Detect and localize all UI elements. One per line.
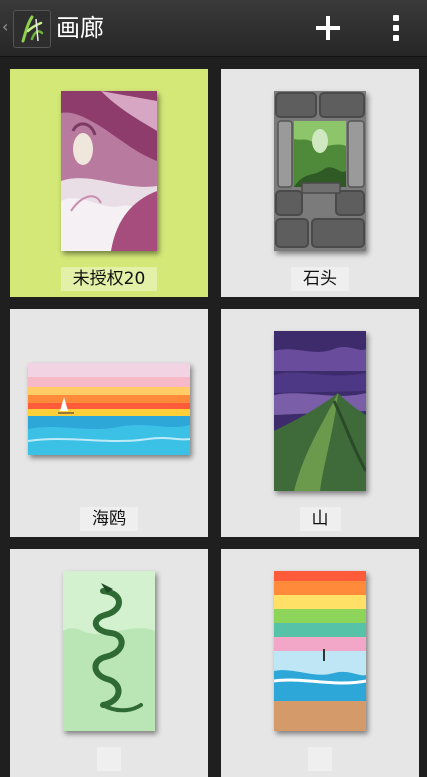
painting-thumbnail	[274, 91, 366, 251]
gallery-item-label: 石头	[221, 267, 419, 291]
gallery-item-label: 山	[221, 507, 419, 531]
painting-thumbnail	[61, 91, 157, 251]
add-painting-button[interactable]	[306, 6, 350, 50]
page-title: 画廊	[56, 14, 104, 42]
gallery-item[interactable]: 石头	[221, 69, 419, 297]
gallery-item[interactable]: 山	[221, 309, 419, 537]
action-bar: ‹ 画廊	[0, 0, 427, 57]
back-caret-icon[interactable]: ‹	[2, 14, 12, 40]
gallery-item[interactable]: 未授权20	[10, 69, 208, 297]
gallery-grid: 未授权20 石头 海鸥 山	[0, 57, 427, 777]
gallery-item-label: 海鸥	[10, 507, 208, 531]
app-logo-icon[interactable]	[13, 10, 51, 48]
painting-thumbnail	[63, 571, 155, 731]
painting-thumbnail	[28, 363, 190, 455]
gallery-item[interactable]	[10, 549, 208, 777]
overflow-menu-button[interactable]	[380, 6, 412, 50]
gallery-item-label	[10, 747, 208, 771]
painting-thumbnail	[274, 331, 366, 491]
gallery-item[interactable]	[221, 549, 419, 777]
gallery-item-label: 未授权20	[10, 267, 208, 291]
gallery-item[interactable]: 海鸥	[10, 309, 208, 537]
painting-thumbnail	[274, 571, 366, 731]
gallery-item-label	[221, 747, 419, 771]
